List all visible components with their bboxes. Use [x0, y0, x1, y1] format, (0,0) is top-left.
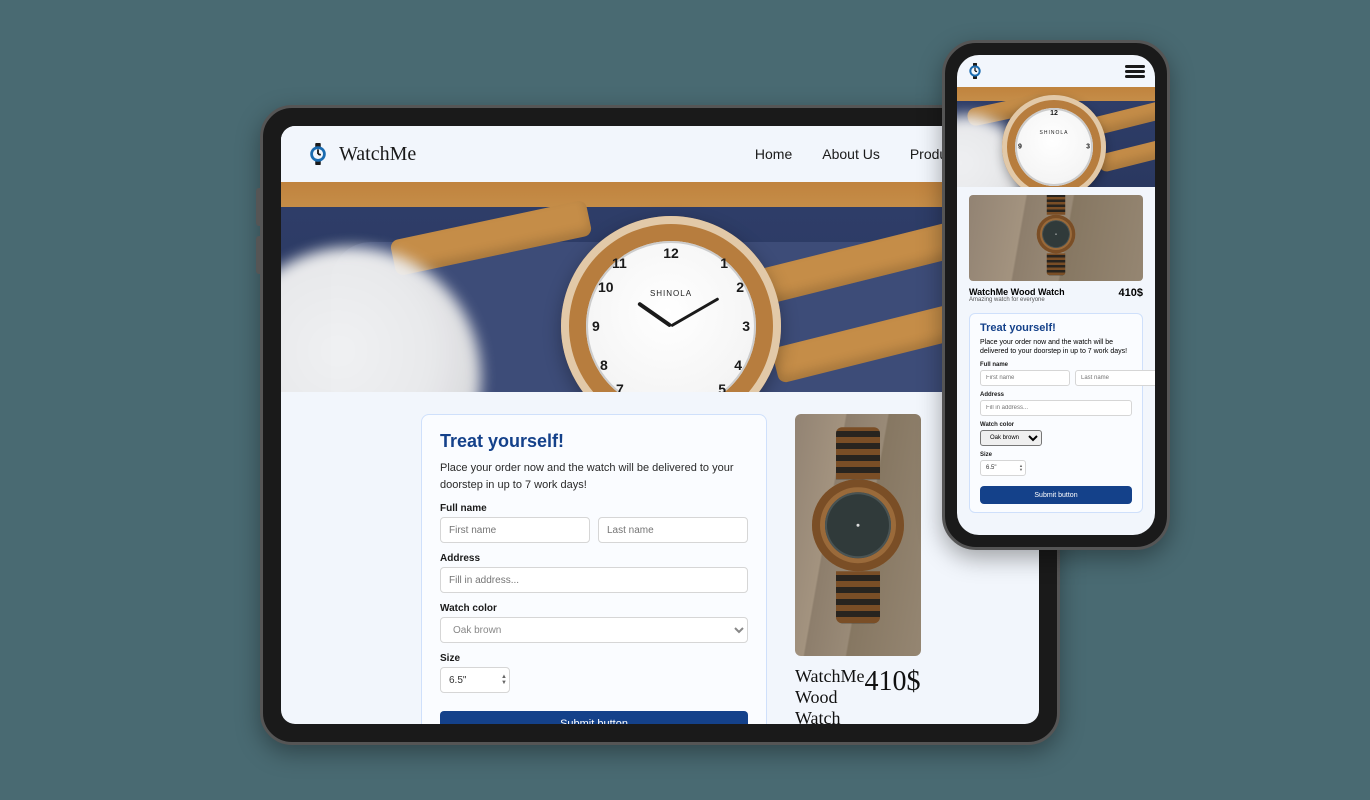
mobile-product-panel: WatchMe Wood Watch Amazing watch for eve… [969, 195, 1143, 313]
mobile-lastname-input[interactable] [1075, 370, 1155, 386]
stepper-arrows-icon[interactable]: ▲▼ [501, 674, 507, 686]
mobile-order-form-card: Treat yourself! Place your order now and… [969, 313, 1143, 513]
watch-logo-icon [307, 143, 329, 165]
color-select[interactable]: Oak brown [440, 617, 748, 643]
address-input[interactable] [440, 567, 748, 593]
mobile-size-label: Size [980, 452, 1132, 458]
hamburger-menu-icon[interactable] [1125, 63, 1145, 80]
mobile-product-name: WatchMe Wood Watch [969, 287, 1065, 297]
size-label: Size [440, 653, 748, 664]
fullname-label: Full name [440, 503, 748, 514]
product-price: 410$ [865, 666, 921, 698]
product-name: WatchMe Wood Watch [795, 666, 865, 724]
watch-logo-icon[interactable] [967, 63, 983, 79]
mobile-size-stepper[interactable]: 6.5"▲▼ [980, 460, 1026, 476]
mobile-product-sub: Amazing watch for everyone [969, 297, 1065, 303]
mobile-firstname-input[interactable] [980, 370, 1070, 386]
mobile-form-lead: Place your order now and the watch will … [980, 338, 1132, 356]
firstname-input[interactable] [440, 517, 590, 543]
brand-name[interactable]: WatchMe [339, 143, 416, 166]
nav-home[interactable]: Home [755, 146, 792, 162]
site-header: WatchMe Home About Us Products Co [281, 126, 1039, 182]
mobile-form-title: Treat yourself! [980, 322, 1132, 334]
form-lead: Place your order now and the watch will … [440, 460, 748, 493]
mobile-address-input[interactable] [980, 400, 1132, 416]
mobile-address-label: Address [980, 392, 1132, 398]
form-title: Treat yourself! [440, 431, 748, 452]
hero-image: 12 1 2 3 4 5 7 8 9 10 11 [281, 182, 1039, 392]
main-content: Treat yourself! Place your order now and… [281, 392, 1039, 724]
mobile-header [957, 55, 1155, 87]
mobile-submit-button[interactable]: Submit button [980, 486, 1132, 504]
mobile-product-price: 410$ [1119, 287, 1143, 299]
mobile-hero-image: 12 3 9 [957, 87, 1155, 187]
tablet-screen: WatchMe Home About Us Products Co 12 1 2… [281, 126, 1039, 724]
product-image [795, 414, 921, 656]
mobile-product-image [969, 195, 1143, 281]
nav-about[interactable]: About Us [822, 146, 880, 162]
tablet-device-frame: WatchMe Home About Us Products Co 12 1 2… [260, 105, 1060, 745]
color-label: Watch color [440, 603, 748, 614]
mobile-color-label: Watch color [980, 422, 1132, 428]
mobile-fullname-label: Full name [980, 362, 1132, 368]
order-form-card: Treat yourself! Place your order now and… [421, 414, 767, 724]
tablet-side-buttons [256, 188, 261, 284]
size-stepper[interactable]: 6.5"▲▼ [440, 667, 510, 693]
lastname-input[interactable] [598, 517, 748, 543]
phone-device-frame: 12 3 9 WatchMe Wood Watch Amazing watch … [942, 40, 1170, 550]
stepper-arrows-icon[interactable]: ▲▼ [1019, 464, 1023, 472]
mobile-color-select[interactable]: Oak brown [980, 430, 1042, 446]
product-panel: WatchMe Wood Watch Amazing watch for eve… [795, 414, 921, 724]
phone-screen: 12 3 9 WatchMe Wood Watch Amazing watch … [957, 55, 1155, 535]
submit-button[interactable]: Submit button [440, 711, 748, 724]
address-label: Address [440, 553, 748, 564]
